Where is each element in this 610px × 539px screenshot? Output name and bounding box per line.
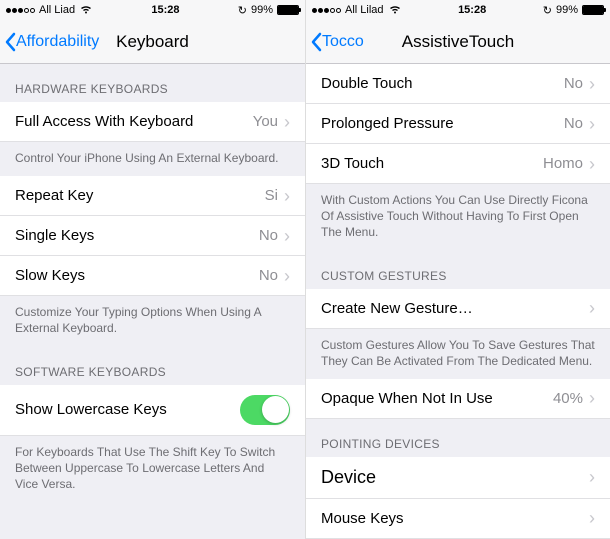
cell-label: Prolonged Pressure: [321, 115, 564, 132]
settings-content: Double Touch No › Prolonged Pressure No …: [306, 64, 610, 539]
section-header-software: SOFTWARE KEYBOARDS: [0, 347, 305, 385]
chevron-right-icon: ›: [589, 509, 595, 527]
cell-mouse-keys[interactable]: Mouse Keys ›: [306, 499, 610, 539]
chevron-right-icon: ›: [589, 389, 595, 407]
cell-opaque[interactable]: Opaque When Not In Use 40% ›: [306, 379, 610, 419]
nav-bar: Tocco AssistiveTouch: [306, 20, 610, 64]
cell-device[interactable]: Device ›: [306, 457, 610, 499]
cell-value: No: [259, 227, 278, 244]
section-footer-typing: Customize Your Typing Options When Using…: [0, 296, 305, 346]
cell-label: Double Touch: [321, 75, 564, 92]
status-bar: All Lilad 15:28 ↻ 99%: [306, 0, 610, 20]
chevron-right-icon: ›: [589, 75, 595, 93]
chevron-left-icon: [310, 32, 322, 52]
nav-bar: Affordability Keyboard: [0, 20, 305, 64]
section-footer-gestures: Custom Gestures Allow You To Save Gestur…: [306, 329, 610, 379]
cell-create-gesture[interactable]: Create New Gesture… ›: [306, 289, 610, 329]
cell-prolonged-pressure[interactable]: Prolonged Pressure No ›: [306, 104, 610, 144]
cell-label: Full Access With Keyboard: [15, 113, 253, 130]
section-footer-software: For Keyboards That Use The Shift Key To …: [0, 436, 305, 503]
clock: 15:28: [151, 4, 179, 16]
cell-double-touch[interactable]: Double Touch No ›: [306, 64, 610, 104]
section-header-gestures: CUSTOM GESTURES: [306, 251, 610, 289]
battery-text: 99%: [251, 4, 273, 16]
wifi-icon: [79, 4, 93, 17]
section-header-pointing: POINTING DEVICES: [306, 419, 610, 457]
chevron-right-icon: ›: [589, 115, 595, 133]
chevron-left-icon: [4, 32, 16, 52]
sync-icon: ↻: [238, 4, 247, 17]
battery-icon: [277, 5, 299, 15]
signal-dots-icon: [6, 8, 35, 13]
chevron-right-icon: ›: [589, 155, 595, 173]
cell-show-lowercase[interactable]: Show Lowercase Keys: [0, 385, 305, 436]
cell-value: You: [253, 113, 278, 130]
back-label: Tocco: [322, 33, 364, 51]
back-label: Affordability: [16, 33, 99, 51]
cell-label: Device: [321, 467, 589, 488]
cell-repeat-key[interactable]: Repeat Key Si ›: [0, 176, 305, 216]
phone-right: All Lilad 15:28 ↻ 99% Tocco AssistiveTou…: [305, 0, 610, 539]
cell-3d-touch[interactable]: 3D Touch Homo ›: [306, 144, 610, 184]
cell-label: Mouse Keys: [321, 510, 589, 527]
back-button[interactable]: Tocco: [306, 32, 364, 52]
cell-label: Create New Gesture…: [321, 300, 589, 317]
cell-value: Si: [265, 187, 278, 204]
toggle-show-lowercase[interactable]: [240, 395, 290, 425]
chevron-right-icon: ›: [284, 267, 290, 285]
section-footer-hardware: Control Your iPhone Using An External Ke…: [0, 142, 305, 176]
section-footer-actions: With Custom Actions You Can Use Directly…: [306, 184, 610, 251]
settings-content: HARDWARE KEYBOARDS Full Access With Keyb…: [0, 64, 305, 539]
signal-dots-icon: [312, 8, 341, 13]
cell-label: Show Lowercase Keys: [15, 401, 240, 418]
sync-icon: ↻: [543, 4, 552, 17]
cell-value: No: [259, 267, 278, 284]
phone-left: All Liad 15:28 ↻ 99% Affordability Keybo…: [0, 0, 305, 539]
cell-label: Slow Keys: [15, 267, 259, 284]
cell-value: No: [564, 75, 583, 92]
chevron-right-icon: ›: [284, 113, 290, 131]
cell-single-keys[interactable]: Single Keys No ›: [0, 216, 305, 256]
section-header-hardware: HARDWARE KEYBOARDS: [0, 64, 305, 102]
battery-icon: [582, 5, 604, 15]
back-button[interactable]: Affordability: [0, 32, 99, 52]
cell-value: Homo: [543, 155, 583, 172]
cell-slow-keys[interactable]: Slow Keys No ›: [0, 256, 305, 296]
carrier-label: All Liad: [39, 4, 75, 16]
cell-label: 3D Touch: [321, 155, 543, 172]
cell-full-access[interactable]: Full Access With Keyboard You ›: [0, 102, 305, 142]
battery-text: 99%: [556, 4, 578, 16]
carrier-label: All Lilad: [345, 4, 384, 16]
clock: 15:28: [458, 4, 486, 16]
chevron-right-icon: ›: [284, 227, 290, 245]
cell-value: 40%: [553, 390, 583, 407]
cell-label: Opaque When Not In Use: [321, 390, 553, 407]
cell-label: Repeat Key: [15, 187, 265, 204]
chevron-right-icon: ›: [284, 187, 290, 205]
wifi-icon: [388, 4, 402, 17]
status-bar: All Liad 15:28 ↻ 99%: [0, 0, 305, 20]
cell-label: Single Keys: [15, 227, 259, 244]
cell-value: No: [564, 115, 583, 132]
chevron-right-icon: ›: [589, 468, 595, 486]
chevron-right-icon: ›: [589, 299, 595, 317]
